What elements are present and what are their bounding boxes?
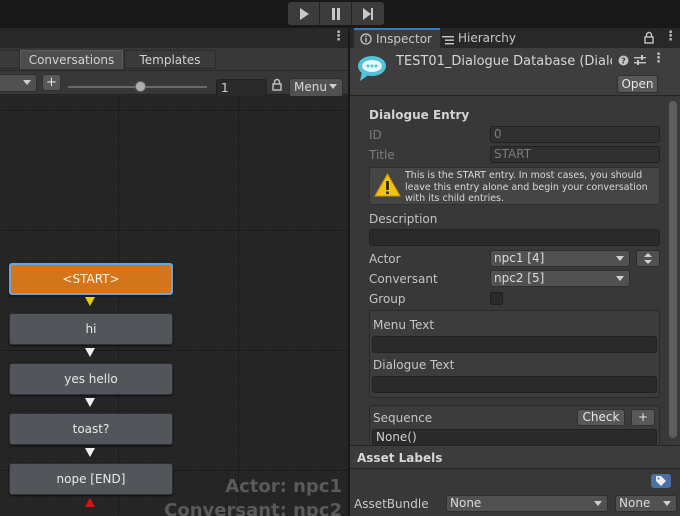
group-label: Group: [369, 292, 406, 306]
actor-overlay-label: Actor: npc1: [225, 476, 342, 497]
preset-icon[interactable]: [634, 54, 646, 66]
asset-bundle-variant-value: None: [619, 496, 651, 510]
play-button[interactable]: [288, 2, 320, 25]
stepper-arrows-icon: [644, 253, 652, 264]
check-button[interactable]: Check: [577, 409, 625, 426]
sequence-label: Sequence: [373, 411, 433, 425]
start-entry-help-text: This is the START entry. In most cases, …: [405, 170, 648, 204]
menu-text-label: Menu Text: [373, 318, 435, 332]
start-entry-help-box: This is the START entry. In most cases, …: [369, 167, 660, 205]
actor-stepper-button[interactable]: [636, 250, 660, 267]
description-label: Description: [369, 212, 438, 226]
conversation-dropdown[interactable]: [0, 74, 37, 92]
editor-tab-bar: ⋮: [0, 28, 348, 48]
tab-hierarchy[interactable]: Hierarchy: [436, 28, 536, 48]
actor-label: Actor: [369, 252, 401, 266]
pause-icon: [331, 7, 340, 20]
tab-inspector-label: Inspector: [376, 32, 432, 46]
node-canvas[interactable]: <START> hi yes hello toast? nope [END] A…: [0, 96, 348, 516]
dialogue-text-field[interactable]: [372, 376, 657, 393]
step-icon: [363, 7, 373, 20]
dialogue-text-label: Dialogue Text: [373, 358, 455, 372]
description-field[interactable]: [369, 229, 660, 246]
warning-icon: [374, 173, 401, 197]
text-fields-box: Menu Text Dialogue Text: [369, 310, 660, 398]
tab-hierarchy-label: Hierarchy: [458, 31, 517, 45]
asset-label-tag-button[interactable]: [651, 474, 671, 488]
inspector-scrollbar-thumb[interactable]: [669, 101, 677, 438]
play-mode-toolbar: [0, 0, 680, 28]
svg-text:?: ?: [621, 57, 626, 66]
menu-text-field[interactable]: [372, 336, 657, 353]
lock-icon[interactable]: [644, 31, 654, 44]
pause-button[interactable]: [320, 2, 352, 25]
menu-dropdown[interactable]: Menu: [289, 78, 343, 97]
dialogue-editor-panel: ⋮ Conversations Templates + 1 Menu <STAR…: [0, 28, 348, 516]
conversant-label: Conversant: [369, 272, 438, 286]
node-entry[interactable]: yes hello: [9, 363, 173, 395]
help-icon[interactable]: ?: [618, 55, 629, 66]
tag-icon: [656, 476, 666, 486]
dialogue-database-icon: [358, 56, 386, 81]
end-marker-arrow: [85, 498, 95, 507]
title-label: Title: [369, 148, 395, 162]
conversant-overlay-label: Conversant: npc2: [164, 500, 342, 516]
add-sequence-button[interactable]: +: [631, 409, 655, 426]
asset-bundle-value: None: [450, 496, 482, 510]
menu-dropdown-label: Menu: [294, 80, 327, 94]
asset-bundle-label: AssetBundle: [354, 497, 429, 511]
section-title: Dialogue Entry: [369, 108, 470, 122]
lock-icon[interactable]: [272, 78, 282, 91]
asset-labels-area: AssetBundle None None: [350, 469, 680, 516]
tab-conversations[interactable]: Conversations: [20, 50, 123, 69]
asset-bundle-variant-dropdown[interactable]: None: [615, 495, 677, 512]
connector-arrow: [85, 297, 95, 306]
actor-dropdown-value: npc1 [4]: [494, 251, 545, 265]
sequence-box: Sequence Check + None(): [369, 405, 660, 447]
inspector-title: TEST01_Dialogue Database (Dialog: [396, 54, 612, 69]
conversant-dropdown[interactable]: npc2 [5]: [490, 270, 630, 287]
node-entry[interactable]: toast?: [9, 413, 173, 445]
entry-number-field[interactable]: 1: [216, 79, 267, 97]
inspector-header: TEST01_Dialogue Database (Dialog ? ⋮ Ope…: [350, 48, 680, 96]
play-icon: [299, 7, 309, 20]
node-entry[interactable]: hi: [9, 313, 173, 345]
inspector-kebab-menu-icon[interactable]: ⋮: [664, 30, 677, 44]
tab-database[interactable]: [0, 50, 20, 69]
group-checkbox[interactable]: [490, 292, 503, 305]
connector-arrow: [85, 348, 95, 357]
component-kebab-menu-icon[interactable]: ⋮: [652, 52, 665, 66]
title-field[interactable]: START: [490, 146, 660, 163]
asset-bundle-dropdown[interactable]: None: [446, 495, 608, 512]
asset-labels-header[interactable]: Asset Labels: [350, 445, 680, 469]
editor-tabs: Conversations Templates: [0, 48, 348, 70]
inspector-tab-bar: Inspector Hierarchy ⋮: [350, 28, 680, 48]
connector-arrow: [85, 398, 95, 407]
asset-labels-title: Asset Labels: [357, 451, 443, 465]
tab-inspector[interactable]: Inspector: [354, 28, 440, 48]
zoom-slider-handle[interactable]: [134, 81, 146, 92]
id-label: ID: [369, 128, 382, 142]
sequence-field[interactable]: None(): [372, 429, 657, 446]
id-field[interactable]: 0: [490, 126, 660, 143]
add-conversation-button[interactable]: +: [42, 74, 61, 91]
play-controls: [288, 2, 384, 25]
tab-templates[interactable]: Templates: [124, 50, 216, 69]
node-end[interactable]: nope [END]: [9, 463, 173, 495]
node-start[interactable]: <START>: [9, 263, 173, 295]
editor-kebab-menu-icon[interactable]: ⋮: [332, 30, 345, 44]
inspector-panel: Inspector Hierarchy ⋮ TEST01_Dialogue Da…: [350, 28, 680, 516]
actor-dropdown[interactable]: npc1 [4]: [490, 250, 630, 267]
conversant-dropdown-value: npc2 [5]: [494, 271, 545, 285]
open-button[interactable]: Open: [617, 75, 658, 93]
connector-arrow: [85, 448, 95, 457]
step-button[interactable]: [352, 2, 384, 25]
